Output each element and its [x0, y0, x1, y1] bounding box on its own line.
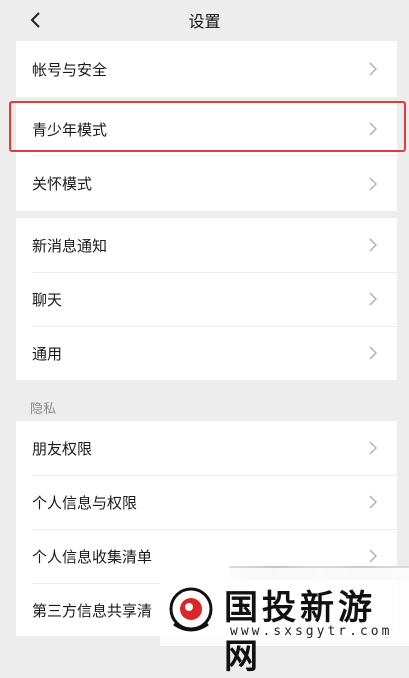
- settings-item-label: 个人信息与权限: [32, 494, 138, 512]
- highlight-box: [9, 101, 406, 152]
- chevron-right-icon: [369, 346, 377, 360]
- settings-item-chat[interactable]: 聊天: [16, 273, 397, 326]
- page-title: 设置: [188, 12, 221, 31]
- chevron-right-icon: [369, 177, 377, 191]
- chevron-right-icon: [369, 549, 377, 563]
- top-bar: 设置: [0, 0, 409, 40]
- settings-item-account-security[interactable]: 帐号与安全: [16, 41, 397, 97]
- chevron-right-icon: [369, 238, 377, 252]
- settings-item-label: 聊天: [32, 291, 63, 309]
- settings-item-label: 关怀模式: [32, 175, 93, 193]
- account-group: 帐号与安全: [16, 41, 397, 97]
- section-label-privacy: 隐私: [30, 402, 57, 417]
- settings-item-personal-info-permissions[interactable]: 个人信息与权限: [16, 476, 397, 529]
- settings-item-label: 新消息通知: [32, 236, 108, 255]
- settings-item-label: 朋友权限: [32, 439, 93, 458]
- chevron-right-icon: [369, 441, 377, 455]
- settings-item-general[interactable]: 通用: [16, 327, 397, 380]
- notification-group: 新消息通知 聊天 通用: [16, 218, 397, 380]
- settings-item-new-message[interactable]: 新消息通知: [16, 218, 397, 272]
- watermark: 国投新游网 www.sxsgytr.com: [160, 568, 409, 677]
- settings-item-friend-permissions[interactable]: 朋友权限: [16, 421, 397, 475]
- chevron-right-icon: [369, 495, 377, 509]
- settings-item-label: 通用: [32, 345, 63, 363]
- settings-item-care-mode[interactable]: 关怀模式: [16, 156, 397, 211]
- settings-item-label: 第三方信息共享清: [32, 601, 153, 620]
- watermark-logo-icon: [169, 587, 213, 632]
- watermark-url: www.sxsgytr.com: [230, 624, 393, 639]
- chevron-right-icon: [369, 62, 377, 76]
- settings-item-label: 个人信息收集清单: [32, 548, 153, 566]
- chevron-right-icon: [369, 292, 377, 306]
- settings-item-label: 帐号与安全: [32, 60, 108, 79]
